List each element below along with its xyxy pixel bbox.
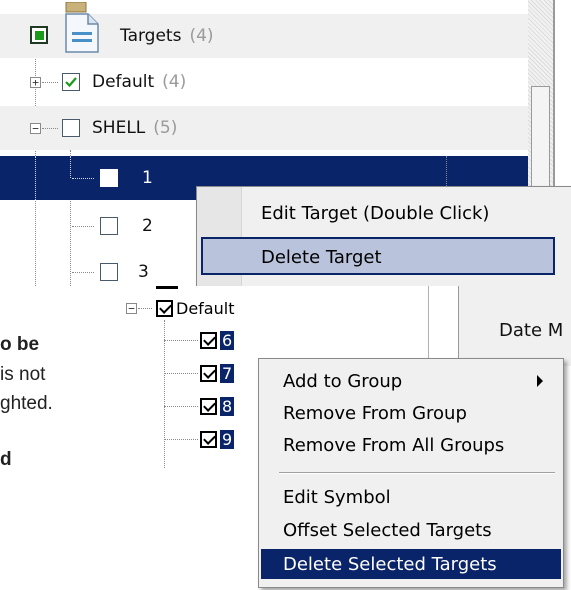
checkbox-checked-icon[interactable] bbox=[200, 431, 217, 448]
tree-label-6: 6 bbox=[220, 331, 235, 350]
tree-row-default[interactable]: + Default (4) bbox=[0, 60, 528, 104]
tree-label-3: 3 bbox=[138, 262, 149, 282]
checkbox-empty-icon[interactable] bbox=[100, 169, 118, 187]
menu-separator bbox=[279, 472, 555, 474]
default-label: Default bbox=[92, 72, 155, 92]
checkbox-empty-icon[interactable] bbox=[100, 217, 118, 235]
delete-selected-targets-label: Delete Selected Targets bbox=[283, 554, 497, 575]
offset-selected-targets-label: Offset Selected Targets bbox=[283, 520, 492, 541]
menu-item-remove-from-all-groups[interactable]: Remove From All Groups bbox=[259, 431, 563, 459]
group-context-menu: Add to Group Remove From Group Remove Fr… bbox=[258, 358, 564, 588]
tree-guide-line bbox=[42, 82, 58, 83]
tree-row-targets[interactable]: Targets (4) bbox=[0, 1, 528, 58]
collapse-icon[interactable]: − bbox=[126, 303, 137, 314]
edit-target-label: Edit Target (Double Click) bbox=[261, 203, 490, 224]
checkbox-checked-icon[interactable] bbox=[156, 300, 173, 317]
checkbox-checked-icon[interactable] bbox=[200, 398, 217, 415]
tree-tab-marker bbox=[156, 286, 178, 289]
panel-border bbox=[428, 286, 429, 366]
tree-guide-line bbox=[72, 226, 94, 227]
instruction-text-fragment: d bbox=[0, 449, 12, 470]
instruction-text-fragment: o be bbox=[0, 334, 40, 355]
shell-label: SHELL bbox=[92, 118, 146, 138]
checkbox-empty-icon[interactable] bbox=[100, 263, 118, 281]
tree-guide-line bbox=[164, 439, 198, 440]
tree-guide-line bbox=[72, 178, 94, 179]
tree-row-7[interactable]: 7 bbox=[164, 363, 264, 385]
tree-label-targets: Targets (4) bbox=[120, 26, 214, 46]
tree-guide-line bbox=[138, 308, 152, 309]
target-tree-panel: Targets (4) + Default (4) − SHELL (5) 1 2 bbox=[0, 0, 571, 286]
tree-row-6[interactable]: 6 bbox=[164, 330, 264, 352]
date-column-header[interactable]: Date M bbox=[499, 320, 563, 341]
tree-label-shell: SHELL (5) bbox=[92, 118, 177, 138]
tree-label-7: 7 bbox=[220, 364, 235, 383]
instruction-text-fragment: ghted. bbox=[0, 393, 53, 414]
menu-item-delete-target[interactable]: Delete Target bbox=[201, 237, 555, 275]
checkbox-checked-icon[interactable] bbox=[200, 365, 217, 382]
checkbox-partial-icon[interactable] bbox=[30, 26, 48, 44]
remove-from-group-label: Remove From Group bbox=[283, 403, 467, 424]
edit-symbol-label: Edit Symbol bbox=[283, 487, 391, 508]
tree-row-2[interactable]: 2 bbox=[0, 204, 200, 248]
add-to-group-label: Add to Group bbox=[283, 371, 403, 392]
tree-row-3[interactable]: 3 bbox=[0, 250, 200, 286]
menu-item-edit-target[interactable]: Edit Target (Double Click) bbox=[197, 191, 571, 235]
default-count: (4) bbox=[162, 72, 187, 92]
document-icon bbox=[62, 1, 102, 54]
checkbox-checked-icon[interactable] bbox=[200, 332, 217, 349]
tree-row-8[interactable]: 8 bbox=[164, 396, 264, 418]
targets-label: Targets bbox=[120, 26, 182, 46]
target-context-menu: Edit Target (Double Click) Delete Target bbox=[196, 186, 571, 286]
tree-row-shell[interactable]: − SHELL (5) bbox=[0, 106, 528, 150]
tree-guide-line bbox=[72, 272, 94, 273]
menu-item-delete-selected-targets[interactable]: Delete Selected Targets bbox=[261, 549, 561, 579]
expand-icon[interactable]: + bbox=[30, 77, 41, 88]
tree-guide-line bbox=[42, 128, 58, 129]
menu-item-remove-from-group[interactable]: Remove From Group bbox=[259, 399, 563, 427]
tree-guide-line bbox=[164, 406, 198, 407]
tree-guide-line bbox=[35, 156, 36, 200]
shell-count: (5) bbox=[153, 118, 178, 138]
tree-label-9: 9 bbox=[220, 430, 235, 449]
column-header-panel: Date M bbox=[458, 286, 571, 366]
tree-guide-line bbox=[164, 340, 198, 341]
checkbox-checked-icon[interactable] bbox=[62, 73, 80, 91]
tree-label-8: 8 bbox=[220, 397, 235, 416]
targets-count: (4) bbox=[189, 26, 214, 46]
delete-target-label: Delete Target bbox=[261, 247, 382, 268]
submenu-arrow-icon bbox=[537, 375, 543, 387]
tree-guide-line bbox=[164, 373, 198, 374]
menu-item-add-to-group[interactable]: Add to Group bbox=[259, 367, 563, 395]
tree-guide-line bbox=[70, 156, 71, 178]
tree-row-9[interactable]: 9 bbox=[164, 429, 264, 451]
remove-from-all-groups-label: Remove From All Groups bbox=[283, 435, 505, 456]
menu-item-offset-selected-targets[interactable]: Offset Selected Targets bbox=[259, 516, 563, 544]
tree-label-1: 1 bbox=[142, 168, 153, 188]
tree-label-2: 2 bbox=[142, 216, 153, 236]
collapse-icon[interactable]: − bbox=[30, 123, 41, 134]
instruction-text-fragment: is not bbox=[0, 364, 46, 385]
menu-item-edit-symbol[interactable]: Edit Symbol bbox=[259, 483, 563, 511]
checkbox-empty-icon[interactable] bbox=[62, 119, 80, 137]
group-label-default: Default bbox=[176, 299, 235, 318]
tree-label-default: Default (4) bbox=[92, 72, 186, 92]
